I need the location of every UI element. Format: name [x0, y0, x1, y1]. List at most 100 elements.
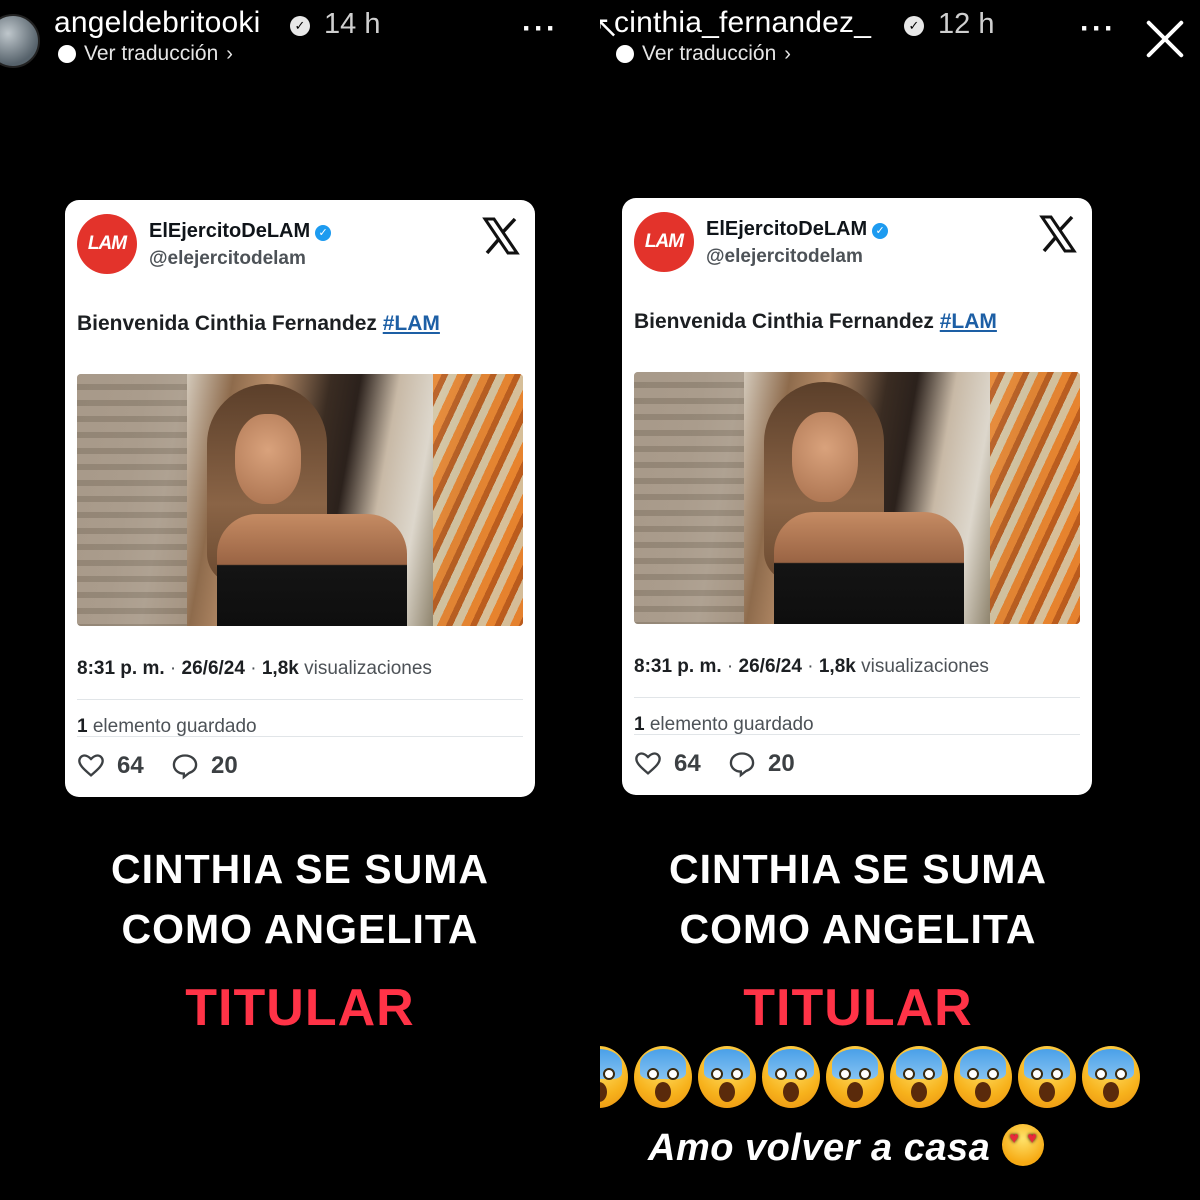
caption-line-1: CINTHIA SE SUMA — [111, 846, 489, 892]
translate-icon — [58, 45, 76, 63]
screaming-face-emoji-icon — [1018, 1046, 1076, 1108]
username[interactable]: angeldebritooki — [54, 6, 260, 40]
close-icon[interactable] — [1144, 18, 1186, 60]
comment-icon — [729, 752, 755, 778]
views-label: visualizaciones — [304, 658, 432, 679]
views-count: 1,8k — [818, 656, 856, 677]
tweet-text: Bienvenida Cinthia Fernandez #LAM — [634, 310, 997, 334]
comment-icon — [172, 754, 198, 780]
avatar[interactable] — [0, 14, 40, 68]
see-translation-label: Ver traducción — [84, 42, 219, 65]
tweet-time: 8:31 p. m. — [77, 658, 165, 679]
account-name: ElEjercitoDeLAM — [706, 218, 868, 240]
photo-face — [792, 412, 858, 502]
story-cinthia-fernandez[interactable]: ↖ cinthia_fernandez_ ✓ 12 h Ver traducci… — [600, 0, 1200, 1200]
tweet-meta: 8:31 p. m. · 26/6/24 · 1,8k visualizacio… — [77, 658, 432, 679]
screaming-face-emoji-icon — [698, 1046, 756, 1108]
see-translation-link[interactable]: Ver traducción › — [616, 42, 791, 66]
emoji-row — [600, 1046, 1200, 1112]
replies-count: 20 — [768, 750, 795, 777]
heart-icon — [635, 752, 661, 775]
more-options-icon[interactable]: ··· — [522, 12, 558, 46]
heart-eyes-emoji-icon — [1002, 1124, 1045, 1166]
tweet-photo — [77, 374, 523, 626]
verified-check-icon: ✓ — [315, 225, 332, 241]
chevron-right-icon: › — [226, 42, 233, 65]
screaming-face-emoji-icon — [634, 1046, 692, 1108]
more-options-icon[interactable]: ··· — [1080, 12, 1116, 46]
divider — [634, 697, 1080, 698]
translate-icon — [616, 45, 634, 63]
screaming-face-emoji-icon — [954, 1046, 1012, 1108]
replies-stat: 20 — [728, 750, 795, 778]
likes-count: 64 — [117, 752, 144, 779]
story-header: ↖ cinthia_fernandez_ ✓ 12 h Ver traducci… — [600, 0, 1200, 80]
footer-text: Amo volver a casa — [648, 1127, 991, 1169]
account-handle: @elejercitodelam — [149, 248, 306, 269]
photo-face — [235, 414, 301, 504]
saved-label: elemento guardado — [92, 716, 257, 737]
verified-badge-icon: ✓ — [904, 16, 924, 36]
replies-count: 20 — [211, 752, 238, 779]
tweet-date: 26/6/24 — [738, 656, 802, 677]
saved-info: 1 elemento guardado — [77, 716, 257, 738]
tweet-text: Bienvenida Cinthia Fernandez #LAM — [77, 312, 440, 336]
account-handle: @elejercitodelam — [706, 246, 863, 267]
screaming-face-emoji-icon — [890, 1046, 948, 1108]
divider — [634, 734, 1080, 735]
saved-info: 1 elemento guardado — [634, 714, 814, 736]
story-header: angeldebritooki ✓ 14 h Ver traducción › … — [0, 0, 600, 80]
heart-icon — [78, 754, 104, 777]
screaming-face-emoji-icon — [762, 1046, 820, 1108]
caption-line-2: COMO ANGELITA — [121, 906, 479, 952]
screaming-face-emoji-icon — [600, 1046, 628, 1108]
tweet-card: LAM ElEjercitoDeLAM ✓ @elejercitodelam Bi… — [65, 200, 535, 797]
likes-stat: 64 — [634, 750, 701, 778]
account-name-row: ElEjercitoDeLAM ✓ — [706, 218, 889, 241]
account-name-row: ElEjercitoDeLAM ✓ — [149, 220, 332, 243]
screaming-face-emoji-icon — [1082, 1046, 1140, 1108]
replies-stat: 20 — [171, 752, 238, 780]
verified-badge-icon: ✓ — [290, 16, 310, 36]
views-label: visualizaciones — [861, 656, 989, 677]
account-name: ElEjercitoDeLAM — [149, 220, 311, 242]
tweet-photo — [634, 372, 1080, 624]
likes-count: 64 — [674, 750, 701, 777]
saved-count: 1 — [634, 714, 645, 735]
caption-highlight: TITULAR — [185, 979, 415, 1037]
caption-line-1: CINTHIA SE SUMA — [669, 846, 1047, 892]
post-time: 12 h — [938, 8, 995, 40]
chevron-right-icon: › — [784, 42, 791, 65]
caption-line-2: COMO ANGELITA — [679, 906, 1037, 952]
photo-leaves — [433, 374, 523, 626]
tweet-date: 26/6/24 — [181, 658, 245, 679]
divider — [77, 699, 523, 700]
photo-trunk — [77, 374, 187, 626]
photo-leaves — [990, 372, 1080, 624]
see-translation-link[interactable]: Ver traducción › — [58, 42, 233, 66]
x-logo-icon — [482, 217, 520, 255]
photo-trunk — [634, 372, 744, 624]
saved-label: elemento guardado — [649, 714, 814, 735]
see-translation-label: Ver traducción — [642, 42, 777, 65]
verified-check-icon: ✓ — [872, 223, 889, 239]
tweet-body: Bienvenida Cinthia Fernandez — [634, 310, 934, 333]
likes-stat: 64 — [77, 752, 144, 780]
screaming-face-emoji-icon — [826, 1046, 884, 1108]
tweet-card: LAM ElEjercitoDeLAM ✓ @elejercitodelam Bi… — [622, 198, 1092, 795]
account-logo: LAM — [634, 212, 694, 272]
story-angeldebritooki[interactable]: angeldebritooki ✓ 14 h Ver traducción › … — [0, 0, 600, 1200]
hashtag-link[interactable]: #LAM — [383, 312, 440, 335]
x-logo-icon — [1039, 215, 1077, 253]
account-logo: LAM — [77, 214, 137, 274]
caption-highlight: TITULAR — [743, 979, 973, 1037]
username[interactable]: cinthia_fernandez_ — [614, 6, 871, 40]
photo-body — [217, 514, 407, 626]
tweet-body: Bienvenida Cinthia Fernandez — [77, 312, 377, 335]
hashtag-link[interactable]: #LAM — [940, 310, 997, 333]
divider — [77, 736, 523, 737]
photo-body — [774, 512, 964, 624]
post-time: 14 h — [324, 8, 381, 40]
saved-count: 1 — [77, 716, 88, 737]
tweet-time: 8:31 p. m. — [634, 656, 722, 677]
